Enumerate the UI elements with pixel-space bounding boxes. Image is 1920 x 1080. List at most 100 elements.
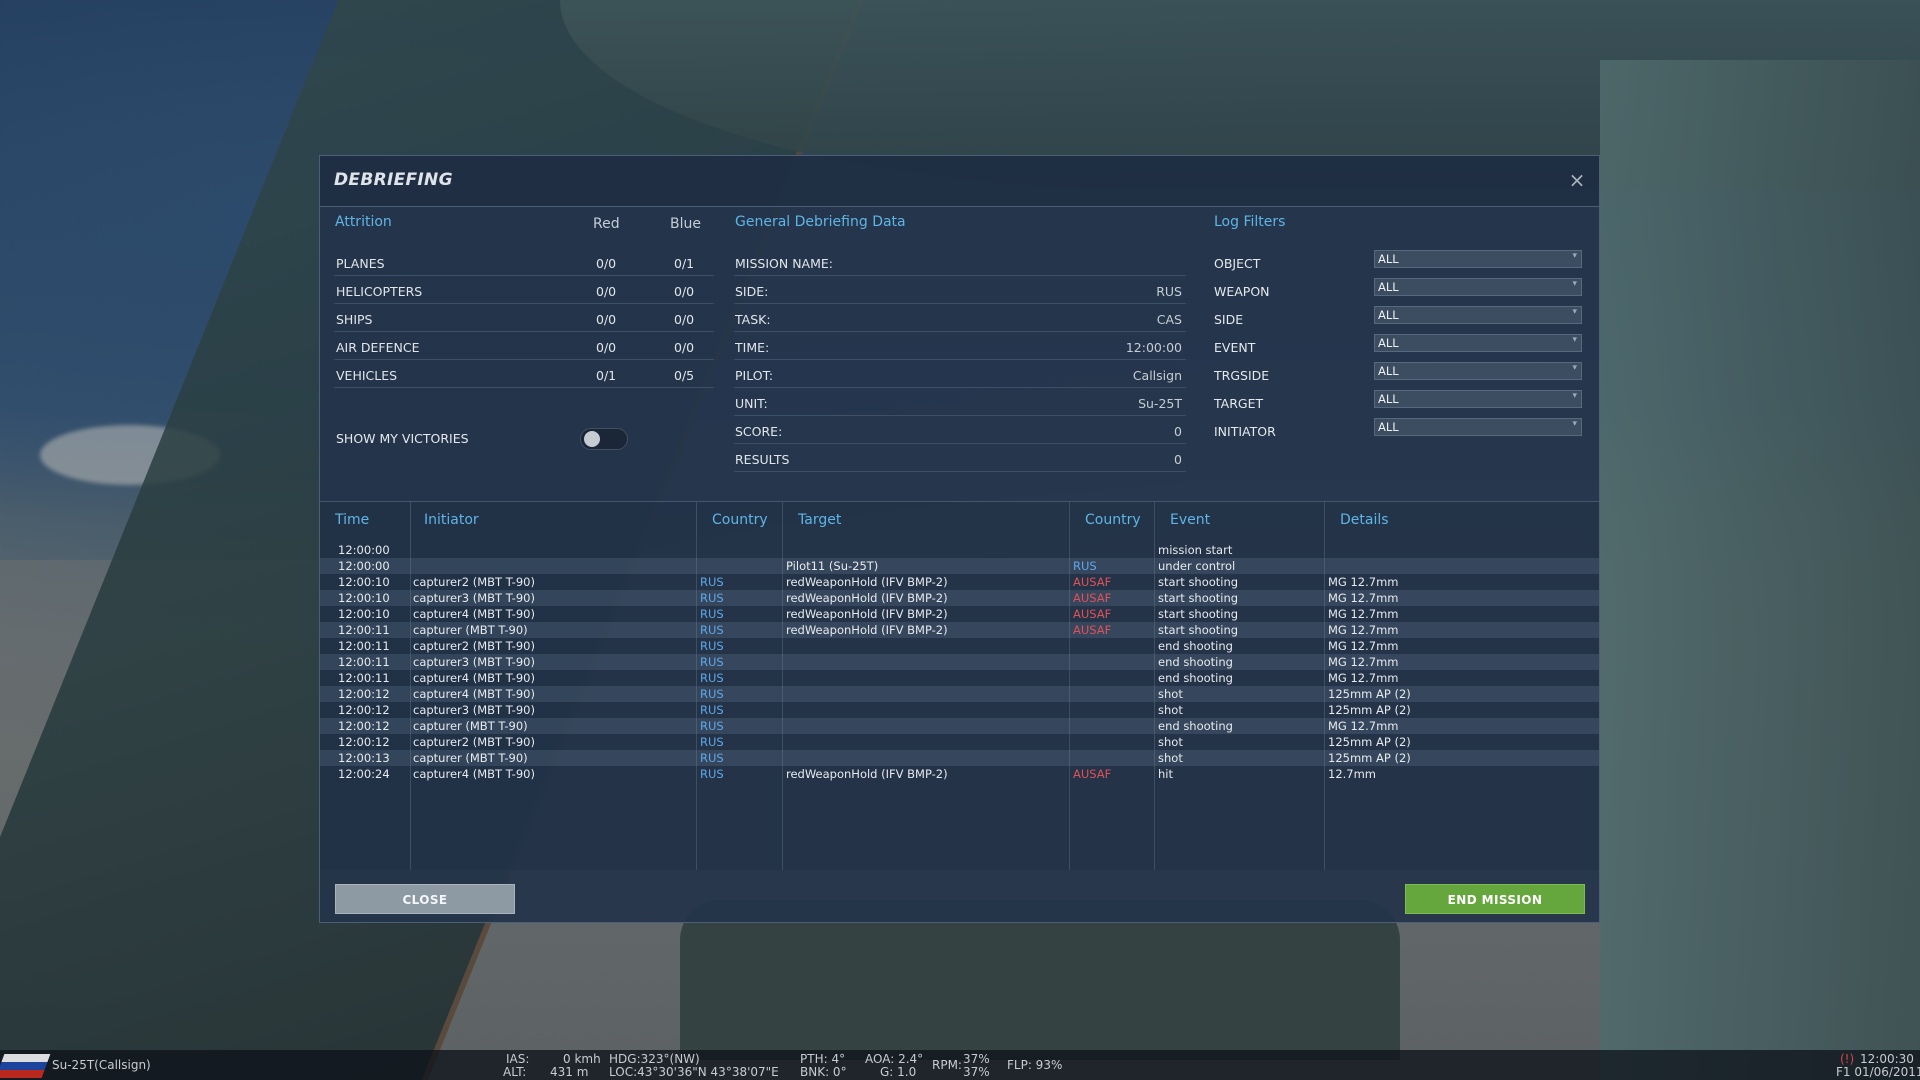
log-cell-event: shot — [1158, 735, 1183, 749]
log-row[interactable]: 12:00:12 capturer3 (MBT T-90) RUS shot 125mm… — [320, 702, 1599, 718]
general-row: SCORE: 0 — [734, 416, 1186, 444]
log-cell-event: shot — [1158, 751, 1183, 765]
log-cell-details: MG 12.7mm — [1328, 671, 1399, 685]
attrition-title: Attrition — [335, 214, 392, 230]
attrition-row-red: 0/0 — [596, 256, 617, 271]
filter-select-trgside[interactable]: ALL ▾ — [1374, 362, 1582, 380]
status-flaps: FLP: 93% — [1007, 1058, 1063, 1072]
log-cell-country: RUS — [700, 639, 724, 653]
background-instrument-panel — [680, 900, 1400, 1060]
close-icon[interactable]: × — [1565, 168, 1589, 192]
log-cell-initiator: capturer4 (MBT T-90) — [413, 767, 535, 781]
status-rpm-right: 37% — [963, 1065, 990, 1079]
log-row[interactable]: 12:00:12 capturer (MBT T-90) RUS end shooti… — [320, 718, 1599, 734]
chevron-down-icon: ▾ — [1572, 279, 1577, 289]
log-cell-target: Pilot11 (Su-25T) — [786, 559, 879, 573]
log-row[interactable]: 12:00:11 capturer2 (MBT T-90) RUS end shoot… — [320, 638, 1599, 654]
log-cell-event: shot — [1158, 703, 1183, 717]
log-cell-time: 12:00:11 — [338, 655, 390, 669]
show-victories-toggle[interactable] — [580, 428, 628, 450]
log-header-initiator[interactable]: Initiator — [424, 512, 479, 528]
general-row: PILOT: Callsign — [734, 360, 1186, 388]
status-date: F1 01/06/2011 — [1836, 1065, 1920, 1079]
filter-label-target: TARGET — [1214, 396, 1264, 411]
log-cell-target-country: AUSAF — [1073, 623, 1112, 637]
attrition-row: VEHICLES 0/1 0/5 — [334, 360, 714, 388]
log-cell-country: RUS — [700, 703, 724, 717]
log-cell-details: 125mm AP (2) — [1328, 751, 1411, 765]
log-row[interactable]: 12:00:11 capturer (MBT T-90) RUS redWeaponH… — [320, 622, 1599, 638]
end-mission-button[interactable]: END MISSION — [1405, 884, 1585, 914]
log-cell-country: RUS — [700, 671, 724, 685]
log-cell-initiator: capturer2 (MBT T-90) — [413, 639, 535, 653]
log-header-target[interactable]: Target — [798, 512, 841, 528]
log-cell-details: MG 12.7mm — [1328, 575, 1399, 589]
log-cell-details: 12.7mm — [1328, 767, 1377, 781]
log-row[interactable]: 12:00:11 capturer3 (MBT T-90) RUS end shoot… — [320, 654, 1599, 670]
filter-label-event: EVENT — [1214, 340, 1256, 355]
filter-select-target[interactable]: ALL ▾ — [1374, 390, 1582, 408]
log-header-details[interactable]: Details — [1340, 512, 1389, 528]
log-cell-time: 12:00:00 — [338, 559, 390, 573]
general-row: UNIT: Su-25T — [734, 388, 1186, 416]
log-row[interactable]: 12:00:11 capturer4 (MBT T-90) RUS end shoot… — [320, 670, 1599, 686]
general-row: RESULTS 0 — [734, 444, 1186, 472]
general-row-value: Callsign — [1132, 368, 1182, 383]
log-row[interactable]: 12:00:12 capturer4 (MBT T-90) RUS shot 125mm… — [320, 686, 1599, 702]
log-row[interactable]: 12:00:24 capturer4 (MBT T-90) RUS redWeapon… — [320, 766, 1599, 782]
log-cell-country: RUS — [700, 687, 724, 701]
log-cell-country: RUS — [700, 751, 724, 765]
general-row-label: SIDE: — [735, 284, 769, 299]
log-cell-time: 12:00:24 — [338, 767, 390, 781]
general-row: TIME: 12:00:00 — [734, 332, 1186, 360]
log-cell-country: RUS — [700, 575, 724, 589]
log-cell-initiator: capturer4 (MBT T-90) — [413, 687, 535, 701]
log-cell-target: redWeaponHold (IFV BMP-2) — [786, 575, 948, 589]
filter-select-weapon[interactable]: ALL ▾ — [1374, 278, 1582, 296]
log-cell-event: end shooting — [1158, 639, 1233, 653]
log-row[interactable]: 12:00:10 capturer4 (MBT T-90) RUS redWeapon… — [320, 606, 1599, 622]
log-cell-event: under control — [1158, 559, 1236, 573]
log-row[interactable]: 12:00:10 capturer3 (MBT T-90) RUS redWeapon… — [320, 590, 1599, 606]
toggle-knob — [584, 431, 600, 447]
log-cell-country: RUS — [700, 655, 724, 669]
log-cell-event: start shooting — [1158, 591, 1239, 605]
filter-select-side[interactable]: ALL ▾ — [1374, 306, 1582, 324]
log-row[interactable]: 12:00:12 capturer2 (MBT T-90) RUS shot 125mm… — [320, 734, 1599, 750]
log-cell-initiator: capturer (MBT T-90) — [413, 719, 528, 733]
log-header-time[interactable]: Time — [335, 512, 369, 528]
status-unit: Su-25T(Callsign) — [52, 1058, 151, 1072]
log-cell-time: 12:00:11 — [338, 639, 390, 653]
log-cell-initiator: capturer2 (MBT T-90) — [413, 735, 535, 749]
filter-select-value: ALL — [1378, 420, 1399, 434]
log-row[interactable]: 12:00:00 mission start — [320, 542, 1599, 558]
log-cell-country: RUS — [700, 607, 724, 621]
log-row[interactable]: 12:00:00 Pilot11 (Su-25T) RUS under control — [320, 558, 1599, 574]
filters-title: Log Filters — [1214, 214, 1286, 230]
chevron-down-icon: ▾ — [1572, 391, 1577, 401]
attrition-row: AIR DEFENCE 0/0 0/0 — [334, 332, 714, 360]
chevron-down-icon: ▾ — [1572, 335, 1577, 345]
log-cell-initiator: capturer2 (MBT T-90) — [413, 575, 535, 589]
filter-select-value: ALL — [1378, 392, 1399, 406]
log-cell-details: MG 12.7mm — [1328, 591, 1399, 605]
log-cell-event: hit — [1158, 767, 1173, 781]
attrition-row-blue: 0/1 — [674, 256, 695, 271]
filter-select-initiator[interactable]: ALL ▾ — [1374, 418, 1582, 436]
log-header-target-country[interactable]: Country — [1085, 512, 1141, 528]
filter-select-event[interactable]: ALL ▾ — [1374, 334, 1582, 352]
log-cell-initiator: capturer3 (MBT T-90) — [413, 591, 535, 605]
log-row[interactable]: 12:00:13 capturer (MBT T-90) RUS shot 125mm … — [320, 750, 1599, 766]
log-cell-details: 125mm AP (2) — [1328, 687, 1411, 701]
general-row-label: TIME: — [735, 340, 770, 355]
log-cell-details: MG 12.7mm — [1328, 607, 1399, 621]
log-row[interactable]: 12:00:10 capturer2 (MBT T-90) RUS redWeapon… — [320, 574, 1599, 590]
attrition-row-blue: 0/0 — [674, 340, 695, 355]
log-header-country[interactable]: Country — [712, 512, 768, 528]
filter-select-object[interactable]: ALL ▾ — [1374, 250, 1582, 268]
log-header-event[interactable]: Event — [1170, 512, 1210, 528]
general-row-label: MISSION NAME: — [735, 256, 833, 271]
log-cell-event: shot — [1158, 687, 1183, 701]
close-button[interactable]: CLOSE — [335, 884, 515, 914]
attrition-row: SHIPS 0/0 0/0 — [334, 304, 714, 332]
